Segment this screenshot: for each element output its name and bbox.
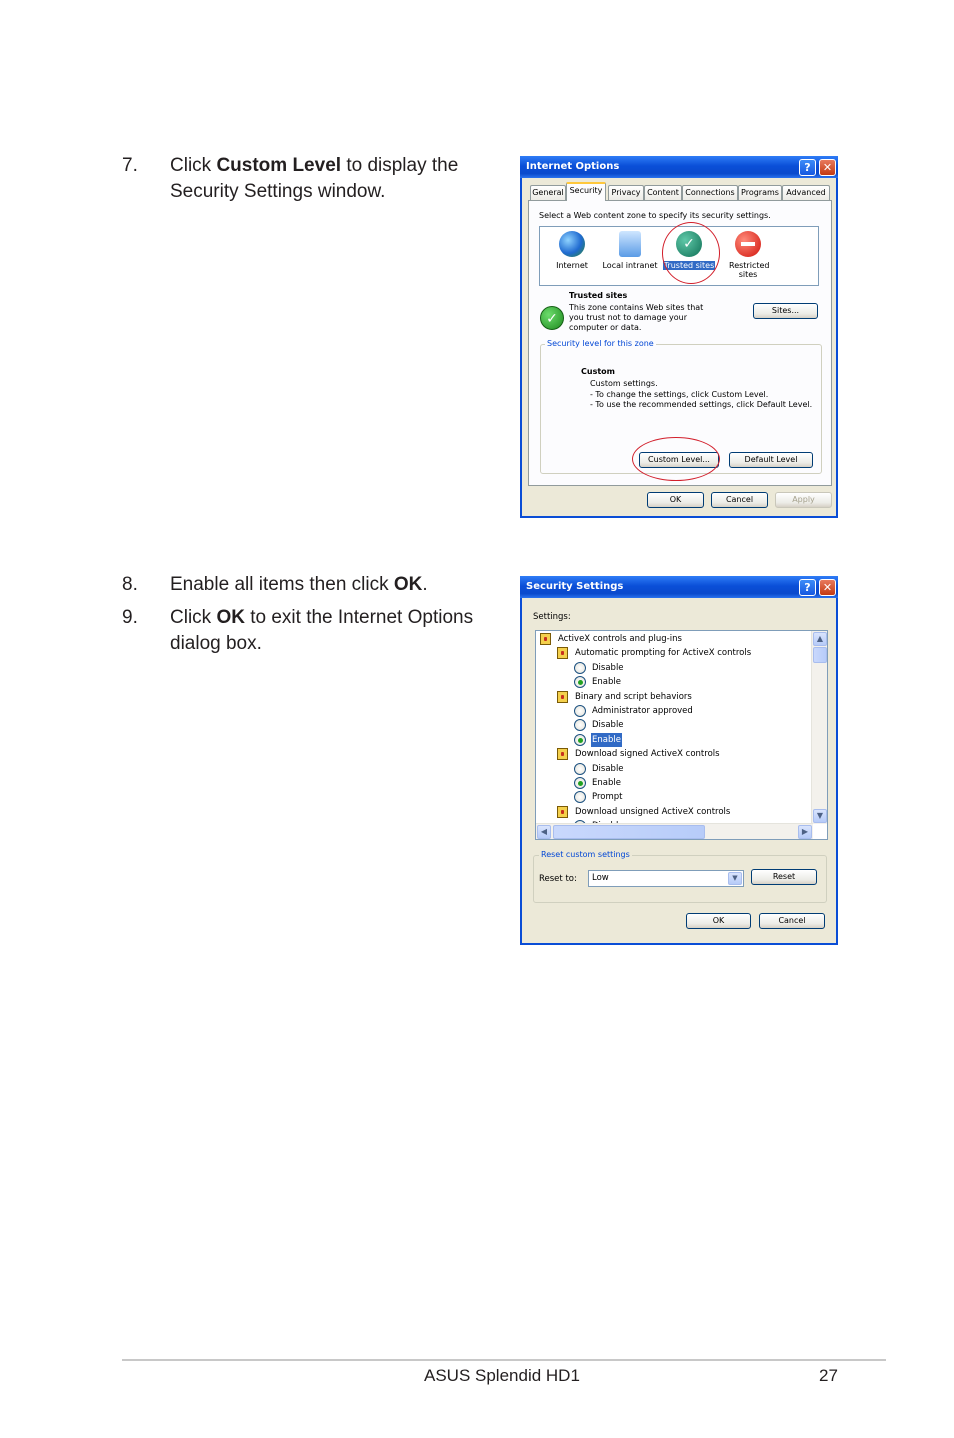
tab-general[interactable]: General (530, 185, 566, 200)
chevron-down-icon[interactable]: ▼ (728, 872, 742, 885)
reset-button[interactable]: Reset (751, 869, 817, 885)
cancel-button[interactable]: Cancel (759, 913, 825, 929)
window-title: Security Settings (526, 581, 624, 592)
close-icon[interactable]: ✕ (819, 159, 836, 176)
horizontal-scrollbar[interactable]: ◀ ▶ (536, 823, 813, 839)
sites-button[interactable]: Sites... (753, 303, 818, 319)
h-scroll-thumb[interactable] (553, 825, 705, 839)
no-entry-icon (735, 231, 761, 257)
settings-category-icon (557, 805, 568, 818)
radio-icon[interactable] (574, 733, 586, 746)
tab-connections[interactable]: Connections (682, 185, 738, 200)
reset-to-label: Reset to: (539, 874, 577, 884)
window-titlebar: Security Settings ? ✕ (520, 576, 838, 598)
zone-restricted-sites[interactable]: Restricted sites (718, 231, 778, 279)
window-titlebar: Internet Options ? ✕ (520, 156, 838, 178)
scroll-left-icon[interactable]: ◀ (537, 825, 551, 839)
setting-label: Download unsigned ActiveX controls (575, 806, 731, 817)
settings-category-icon (540, 633, 551, 645)
scroll-right-icon[interactable]: ▶ (798, 825, 812, 839)
setting-label: Binary and script behaviors (575, 691, 692, 702)
setting-label: Disable (592, 763, 624, 774)
page-number: 27 (819, 1366, 838, 1385)
cancel-button[interactable]: Cancel (711, 492, 768, 508)
radio-icon[interactable] (574, 719, 586, 732)
settings-category-icon (557, 748, 568, 761)
help-icon[interactable]: ? (799, 579, 816, 596)
step-number: 7. (122, 155, 138, 176)
setting-label: Disable (592, 662, 624, 673)
step-number: 8. (122, 574, 138, 595)
ok-button[interactable]: OK (686, 913, 751, 929)
apply-button[interactable]: Apply (775, 492, 832, 508)
settings-tree[interactable]: ActiveX controls and plug-ins Automatic p… (535, 630, 828, 840)
zone-local-intranet[interactable]: Local intranet (600, 231, 660, 270)
setting-label: Administrator approved (592, 706, 693, 716)
settings-category-icon (557, 647, 568, 660)
radio-icon[interactable] (574, 661, 586, 674)
setting-label: Disable (592, 720, 624, 731)
level-name: Custom (581, 367, 615, 376)
close-icon[interactable]: ✕ (819, 579, 836, 596)
tab-advanced[interactable]: Advanced (782, 185, 830, 200)
footer-title: ASUS Splendid HD1 (424, 1366, 580, 1385)
settings-category-icon (557, 690, 568, 703)
help-icon[interactable]: ? (799, 159, 816, 176)
setting-label: Enable (591, 732, 622, 747)
globe-icon (559, 231, 585, 257)
radio-icon[interactable] (574, 705, 586, 717)
step-number: 9. (122, 607, 138, 628)
scroll-down-icon[interactable]: ▼ (813, 809, 827, 823)
internet-options-window: Internet Options ? ✕ General Security Pr… (520, 156, 838, 518)
tab-security[interactable]: Security (566, 182, 606, 201)
step-text: Click Custom Level to display the Securi… (170, 155, 459, 202)
radio-icon[interactable] (574, 777, 586, 789)
trusted-check-icon: ✓ (540, 306, 564, 330)
radio-icon[interactable] (574, 762, 586, 775)
step-text: Enable all items then click OK. (170, 574, 428, 595)
default-level-button[interactable]: Default Level (729, 452, 813, 468)
vertical-scrollbar[interactable]: ▲ ▼ (811, 631, 827, 824)
settings-label: Settings: (533, 612, 571, 622)
zone-internet[interactable]: Internet (542, 231, 602, 270)
level-details: Custom settings. - To change the setting… (590, 379, 813, 409)
setting-label: Prompt (592, 792, 623, 803)
setting-label: Download signed ActiveX controls (575, 749, 720, 760)
footer-rule (122, 1359, 886, 1361)
setting-label: Automatic prompting for ActiveX controls (575, 648, 752, 659)
network-computer-icon (619, 231, 641, 257)
zone-description: This zone contains Web sites that you tr… (569, 303, 704, 332)
security-level-label: Security level for this zone (545, 339, 656, 349)
tab-privacy[interactable]: Privacy (608, 185, 644, 200)
ok-button[interactable]: OK (647, 492, 704, 508)
setting-label: Enable (592, 778, 621, 788)
radio-icon[interactable] (574, 791, 586, 804)
zone-heading: Trusted sites (569, 291, 628, 300)
tab-content[interactable]: Content (644, 185, 682, 200)
window-title: Internet Options (526, 161, 620, 172)
setting-label: Enable (592, 677, 621, 688)
zone-prompt: Select a Web content zone to specify its… (539, 211, 771, 220)
step-text: Click OK to exit the Internet Options di… (170, 607, 474, 654)
highlight-ellipse (632, 437, 720, 481)
setting-label: ActiveX controls and plug-ins (558, 634, 682, 644)
tab-programs[interactable]: Programs (738, 185, 782, 200)
reset-level-select[interactable]: Low ▼ (588, 870, 744, 887)
radio-icon[interactable] (574, 676, 586, 689)
security-settings-window: Security Settings ? ✕ Settings: ActiveX … (520, 576, 838, 945)
scroll-thumb[interactable] (813, 647, 827, 663)
scroll-up-icon[interactable]: ▲ (813, 632, 827, 646)
highlight-ellipse (662, 222, 720, 284)
reset-group-label: Reset custom settings (539, 850, 632, 860)
